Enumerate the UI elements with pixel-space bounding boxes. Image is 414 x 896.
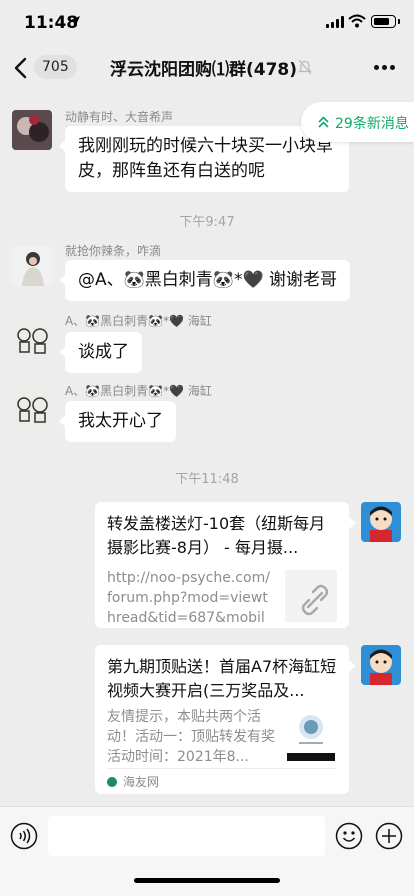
- message-bubble[interactable]: 我太开心了: [59, 401, 176, 442]
- plus-icon[interactable]: [375, 822, 403, 850]
- back-chevron-icon[interactable]: [12, 56, 32, 80]
- timestamp-separator: 下午11:48: [175, 472, 239, 487]
- avatar[interactable]: [12, 388, 52, 428]
- avatar[interactable]: [12, 246, 52, 286]
- status-bar: 11:48: [0, 0, 414, 46]
- link-thumbnail: [285, 570, 337, 622]
- signal-icon: [326, 16, 344, 28]
- chat-message-list[interactable]: 动静有时、大音希声 我刚刚玩的时候六十块买一小块草皮，那阵鱼还有白送的呢 29条…: [0, 90, 414, 806]
- message-input[interactable]: [48, 816, 325, 856]
- avatar-self[interactable]: [361, 502, 401, 542]
- new-messages-label: 29条新消息: [335, 116, 409, 132]
- link-card[interactable]: 转发盖楼送灯-10套（纽斯每月摄影比赛-8月） - 每月摄... http://…: [95, 502, 356, 628]
- chat-title: 浮云沈阳团购⑴群(478): [110, 60, 298, 80]
- sender-name: A、🐼黑白刺青🐼*🖤 海缸: [65, 384, 212, 398]
- sender-name: 动静有时、大音希声: [65, 110, 174, 124]
- link-thumbnail: [285, 709, 337, 761]
- home-indicator: [134, 878, 280, 883]
- nav-bar: 705 浮云沈阳团购⑴群(478): [0, 46, 414, 90]
- emoji-icon[interactable]: [335, 822, 363, 850]
- sender-name: 就抢你辣条，咋滴: [65, 244, 162, 258]
- sender-name: A、🐼黑白刺青🐼*🖤 海缸: [65, 314, 212, 328]
- avatar-self[interactable]: [361, 645, 401, 685]
- message-bubble[interactable]: 谈成了: [59, 332, 142, 373]
- link-chain-icon: [301, 584, 329, 616]
- location-arrow-icon: [71, 16, 80, 25]
- message-bubble[interactable]: @A、🐼黑白刺青🐼*🖤 谢谢老哥: [58, 260, 351, 301]
- avatar[interactable]: [12, 319, 52, 359]
- battery-icon: [371, 15, 396, 28]
- link-card-url: http://noo-psyche.com/forum.php?mod=view…: [107, 570, 270, 626]
- battery-tip: [398, 19, 400, 24]
- link-card[interactable]: 第九期顶贴送！首届A7杯海缸短视频大赛开启(三万奖品及... 友情提示，本贴共两…: [95, 645, 356, 794]
- more-options-icon[interactable]: [374, 65, 396, 71]
- timestamp-separator: 下午9:47: [179, 215, 235, 230]
- mute-bell-icon: [298, 59, 312, 75]
- link-card-description: 友情提示，本贴共两个活动！活动一：顶贴转发有奖活动时间：2021年8...: [107, 709, 275, 765]
- link-source: 海友网: [107, 768, 337, 794]
- voice-input-icon[interactable]: [10, 822, 38, 850]
- double-chevron-up-icon: [318, 116, 329, 128]
- source-label: 海友网: [123, 775, 160, 789]
- new-messages-pill[interactable]: 29条新消息: [301, 102, 414, 142]
- source-icon: [107, 777, 117, 787]
- wifi-icon: [348, 14, 366, 28]
- unread-count-badge[interactable]: 705: [34, 55, 77, 79]
- link-card-title: 第九期顶贴送！首届A7杯海缸短视频大赛开启(三万奖品及...: [107, 657, 337, 700]
- avatar[interactable]: [12, 110, 52, 150]
- link-card-title: 转发盖楼送灯-10套（纽斯每月摄影比赛-8月） - 每月摄...: [107, 514, 326, 557]
